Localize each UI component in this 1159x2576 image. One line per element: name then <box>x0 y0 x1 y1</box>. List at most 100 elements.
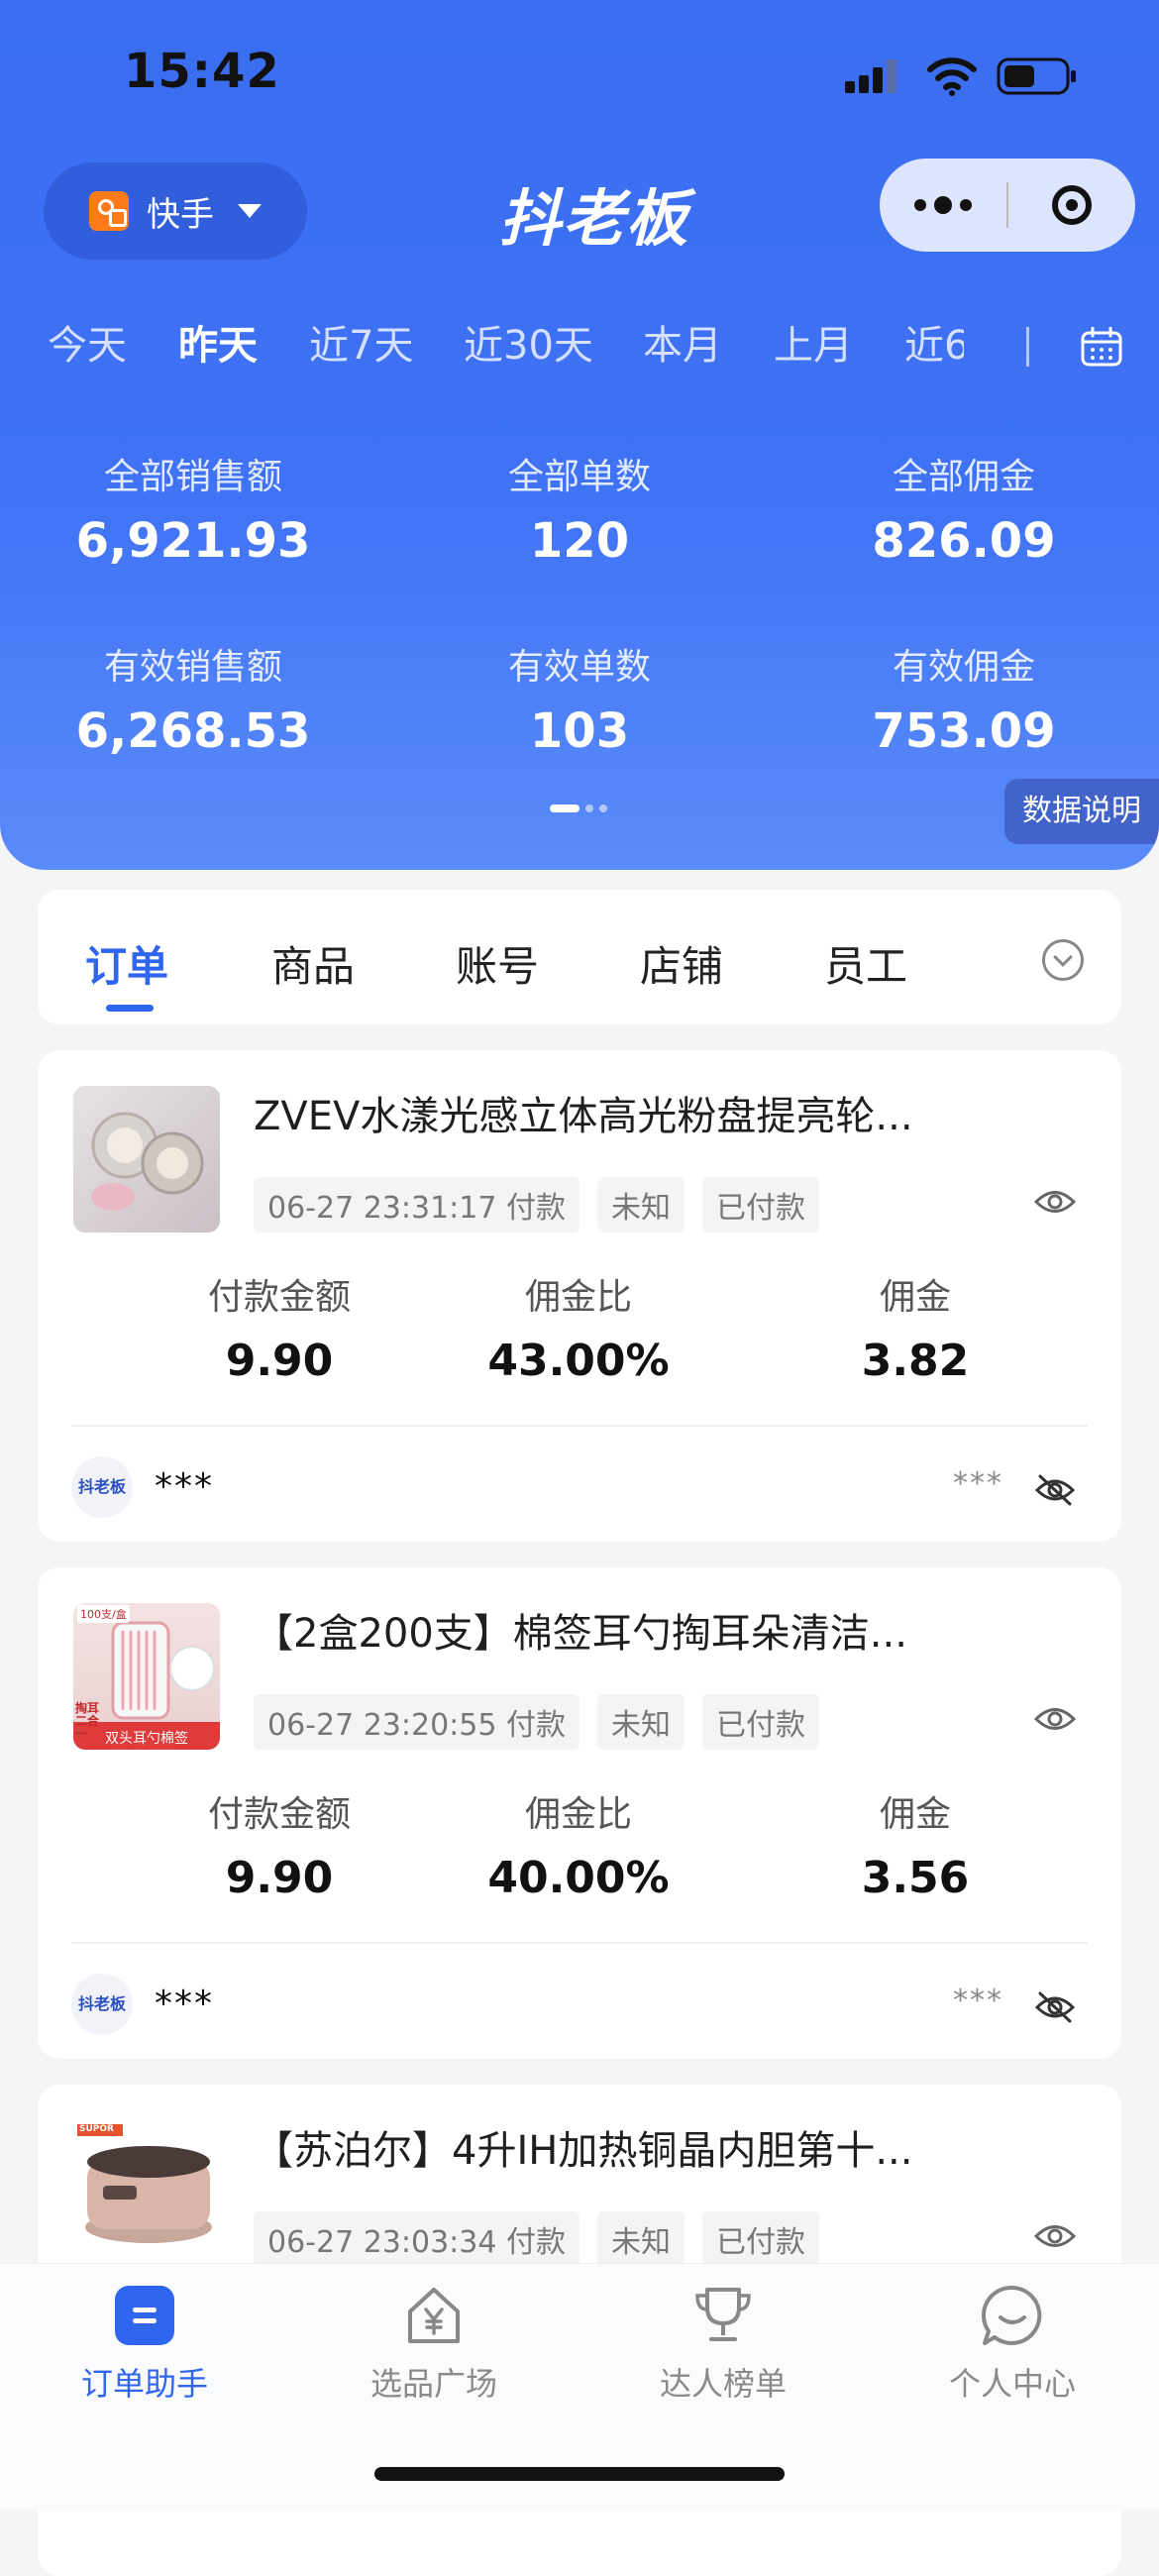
account-name: *** <box>155 1466 214 1507</box>
active-tab-indicator <box>106 1005 154 1012</box>
chat-bubble-icon <box>981 2284 1044 2347</box>
product-title[interactable]: ZVEV水漾光感立体高光粉盘提亮轮... <box>254 1084 997 1141</box>
metric-commission: 佣金 3.56 <box>767 1785 1064 1903</box>
tabbar-item-order-helper[interactable]: 订单助手 <box>0 2284 289 2405</box>
account-avatar: 抖老板 <box>71 1974 133 2035</box>
date-tab-30days[interactable]: 近30天 <box>464 313 593 371</box>
date-tab-today[interactable]: 今天 <box>48 313 127 371</box>
tabbar-label: 达人榜单 <box>659 2365 787 2403</box>
payment-time: 06-27 23:31:17 付款 <box>254 1177 580 1233</box>
metric-label: 佣金 <box>879 1794 951 1835</box>
tabbar-item-ranking[interactable]: 达人榜单 <box>579 2284 868 2405</box>
product-thumbnail <box>73 1086 220 1233</box>
more-icon[interactable] <box>880 159 1006 252</box>
metric-value: 3.82 <box>861 1336 970 1386</box>
order-tags: 06-27 23:03:34 付款 未知 已付款 <box>254 2211 819 2267</box>
date-tab-this-month[interactable]: 本月 <box>643 313 722 371</box>
order-tags: 06-27 23:20:55 付款 未知 已付款 <box>254 1694 819 1750</box>
tab-accounts[interactable]: 账号 <box>456 933 539 994</box>
tab-orders[interactable]: 订单 <box>85 933 168 994</box>
eye-off-icon[interactable] <box>1034 1472 1076 1508</box>
payment-time: 06-27 23:20:55 付款 <box>254 1694 580 1750</box>
carousel-indicator <box>550 805 607 812</box>
order-metrics: 付款金额 9.90 佣金比 43.00% 佣金 3.82 <box>38 1268 1121 1387</box>
platform-switcher[interactable]: 快手 <box>44 162 307 260</box>
thumb-brand: SUPOR <box>79 2124 114 2134</box>
stat-valid-orders: 有效单数 103 <box>386 638 773 759</box>
account-avatar: 抖老板 <box>71 1456 133 1518</box>
stat-label: 有效佣金 <box>892 647 1035 688</box>
stat-total-orders: 全部单数 120 <box>386 448 773 569</box>
metric-commission-rate: 佣金比 40.00% <box>430 1785 727 1903</box>
date-tab-yesterday[interactable]: 昨天 <box>178 313 258 371</box>
metric-pay-amount: 付款金额 9.90 <box>131 1785 428 1903</box>
tabbar-item-profile[interactable]: 个人中心 <box>868 2284 1157 2405</box>
date-tab-6months[interactable]: 近6 <box>904 313 964 371</box>
metric-value: 40.00% <box>487 1853 670 1903</box>
order-source-tag: 未知 <box>596 1694 685 1750</box>
stat-label: 有效销售额 <box>103 647 282 688</box>
platform-label: 快手 <box>147 194 214 235</box>
product-title[interactable]: 【2盒200支】棉签耳勺掏耳朵清洁... <box>254 1601 997 1659</box>
order-status-tag: 已付款 <box>701 1694 819 1750</box>
app-title: 抖老板 <box>498 182 689 255</box>
tab-products[interactable]: 商品 <box>271 933 355 994</box>
date-tabs-separator <box>1026 327 1029 367</box>
stat-value: 753.09 <box>872 703 1056 759</box>
close-miniapp-icon[interactable] <box>1008 159 1135 252</box>
stat-label: 全部单数 <box>507 457 651 497</box>
stat-label: 全部佣金 <box>892 457 1035 497</box>
eye-icon[interactable] <box>1034 1187 1076 1217</box>
metric-label: 付款金额 <box>207 1794 351 1835</box>
eye-icon[interactable] <box>1034 1704 1076 1734</box>
product-title[interactable]: 【苏泊尔】4升IH加热铜晶内胆第十... <box>254 2118 997 2176</box>
order-card[interactable]: 100支/盒 掏耳 二合一 双头耳勺棉签 【2盒200支】棉签耳勺掏耳朵清洁..… <box>38 1567 1121 2059</box>
stat-value: 826.09 <box>872 513 1056 569</box>
stat-value: 6,921.93 <box>75 513 311 569</box>
stat-value: 103 <box>529 703 630 759</box>
tab-shops[interactable]: 店铺 <box>640 933 723 994</box>
metric-commission: 佣金 3.82 <box>767 1268 1064 1386</box>
order-helper-icon <box>113 2284 176 2347</box>
order-card[interactable]: ZVEV水漾光感立体高光粉盘提亮轮... 06-27 23:31:17 付款 未… <box>38 1050 1121 1542</box>
chevron-down-icon[interactable] <box>1042 939 1084 981</box>
divider <box>71 1942 1088 1944</box>
tabbar-label: 个人中心 <box>948 2365 1076 2403</box>
eye-icon[interactable] <box>1034 2221 1076 2251</box>
metric-label: 佣金 <box>879 1277 951 1318</box>
metric-commission-rate: 佣金比 43.00% <box>430 1268 727 1386</box>
order-source-tag: 未知 <box>596 2211 685 2267</box>
order-status-tag: 已付款 <box>701 2211 819 2267</box>
cellular-signal-icon <box>845 59 896 93</box>
status-bar: 15:42 <box>0 0 1159 149</box>
masked-value: *** <box>953 1984 1003 2018</box>
tab-staff[interactable]: 员工 <box>824 933 907 994</box>
calendar-icon[interactable] <box>1081 327 1122 367</box>
metric-pay-amount: 付款金额 9.90 <box>131 1268 428 1386</box>
metric-value: 43.00% <box>487 1336 670 1386</box>
divider <box>71 1425 1088 1427</box>
order-source-tag: 未知 <box>596 1177 685 1233</box>
stat-value: 6,268.53 <box>75 703 311 759</box>
stat-valid-commission: 有效佣金 753.09 <box>771 638 1157 759</box>
metric-value: 9.90 <box>225 1853 334 1903</box>
metric-label: 佣金比 <box>524 1794 632 1835</box>
payment-time: 06-27 23:03:34 付款 <box>254 2211 580 2267</box>
stat-label: 有效单数 <box>507 647 651 688</box>
data-explain-button[interactable]: 数据说明 <box>1004 779 1159 844</box>
home-indicator <box>374 2467 785 2481</box>
account-name: *** <box>155 1984 214 2024</box>
thumb-banner: 双头耳勺棉签 <box>105 1731 188 1747</box>
date-tab-7days[interactable]: 近7天 <box>309 313 413 371</box>
battery-icon <box>997 57 1076 95</box>
tabbar-item-product-plaza[interactable]: 选品广场 <box>289 2284 579 2405</box>
eye-off-icon[interactable] <box>1034 1989 1076 2025</box>
metric-value: 9.90 <box>225 1336 334 1386</box>
stat-valid-sales: 有效销售额 6,268.53 <box>0 638 386 759</box>
metric-label: 佣金比 <box>524 1277 632 1318</box>
date-tab-last-month[interactable]: 上月 <box>774 313 853 371</box>
product-thumbnail: 100支/盒 掏耳 二合一 双头耳勺棉签 <box>73 1603 220 1750</box>
masked-value: *** <box>953 1466 1003 1501</box>
stat-label: 全部销售额 <box>103 457 282 497</box>
stat-value: 120 <box>529 513 630 569</box>
